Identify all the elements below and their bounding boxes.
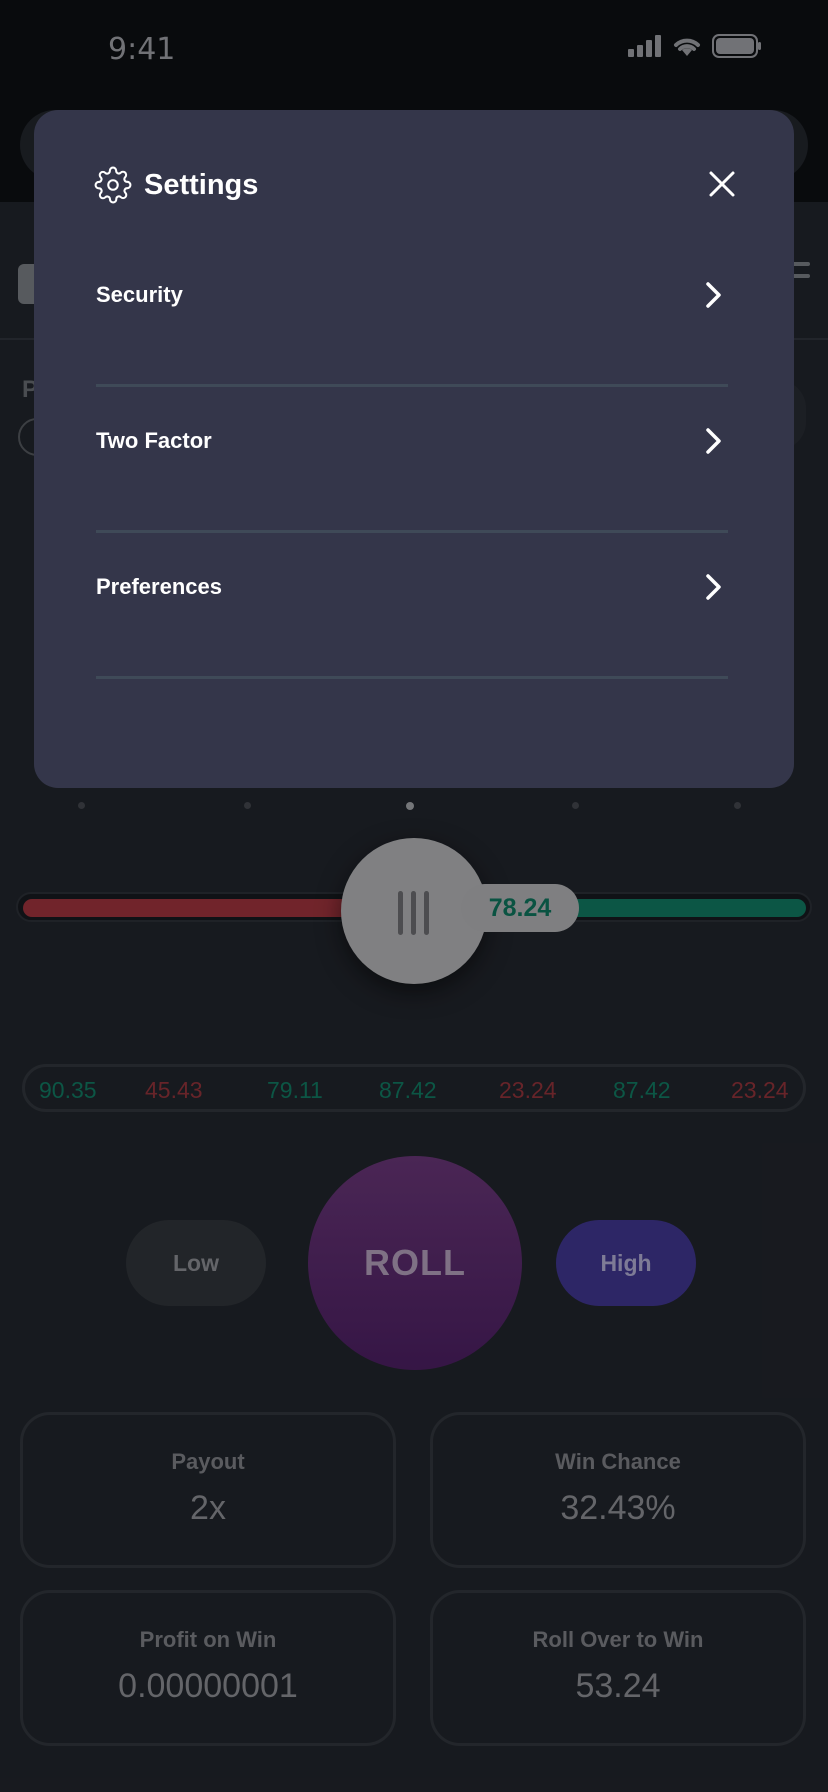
settings-modal: Settings Security Two Factor Preferences (34, 110, 794, 788)
chevron-right-icon (706, 428, 721, 454)
menu-item-label: Security (96, 282, 183, 307)
menu-item-two-factor[interactable]: Two Factor (96, 396, 728, 542)
menu-divider (96, 384, 728, 387)
close-icon[interactable] (706, 168, 738, 200)
gear-icon (94, 166, 132, 204)
menu-item-label: Preferences (96, 574, 222, 599)
menu-item-label: Two Factor (96, 428, 212, 453)
chevron-right-icon (706, 282, 721, 308)
menu-divider (96, 676, 728, 679)
chevron-right-icon (706, 574, 721, 600)
modal-title: Settings (144, 168, 259, 201)
modal-header: Settings (94, 166, 258, 204)
menu-item-security[interactable]: Security (96, 250, 728, 396)
menu-item-preferences[interactable]: Preferences (96, 542, 728, 688)
menu-divider (96, 530, 728, 533)
